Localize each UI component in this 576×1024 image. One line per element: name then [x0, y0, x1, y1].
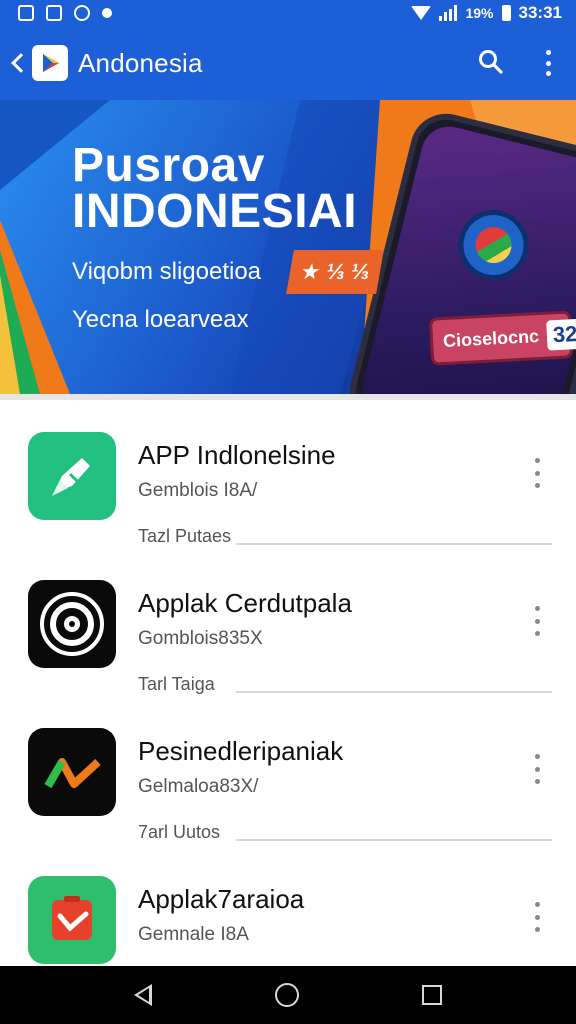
photo-icon	[46, 5, 62, 21]
pen-icon	[28, 432, 116, 520]
status-bar: 19% 33:31	[0, 0, 576, 26]
app-list-item[interactable]: Applak Cerdutpala Gomblois835X Tarl Taig…	[0, 548, 576, 696]
app-list-item[interactable]: Pesinedleripaniak Gelmaloa83X/ 7arl Uuto…	[0, 696, 576, 844]
app-developer: Gemblois I8A/	[138, 480, 258, 501]
app-meta: Tazl Putaes	[138, 526, 232, 546]
nav-recents-icon[interactable]	[422, 985, 443, 1005]
app-meta: 7arl Uutos	[138, 822, 221, 842]
phone-tag-number: 32	[546, 318, 576, 351]
search-icon[interactable]	[478, 49, 504, 75]
app-name: Pesinedleripaniak	[138, 736, 344, 766]
app-developer: Gemnale I8A	[138, 924, 249, 945]
clock: 33:31	[518, 3, 562, 22]
divider	[236, 839, 552, 841]
promo-banner[interactable]: Pusroav INDONESIAI Viqobm sligoetioa ★ ⅓…	[0, 100, 576, 394]
wifi-icon	[411, 6, 432, 20]
app-list-item[interactable]: APP Indlonelsine Gemblois I8A/ Tazl Puta…	[0, 400, 576, 548]
more-vert-icon[interactable]	[533, 754, 541, 784]
navigation-bar	[0, 966, 576, 1024]
vinyl-icon	[28, 580, 116, 668]
more-vert-icon[interactable]	[533, 458, 541, 488]
banner-subtitle-line2: Yecna loearveax	[72, 306, 249, 333]
battery-icon	[501, 5, 511, 21]
dot-icon	[102, 8, 112, 18]
divider	[236, 543, 552, 545]
back-icon[interactable]	[11, 53, 31, 73]
chart-check-icon	[28, 728, 116, 816]
phone-card-icon	[28, 876, 116, 964]
play-store-logo	[32, 45, 68, 81]
app-developer: Gelmaloa83X/	[138, 776, 259, 797]
app-bar: Andonesia	[0, 26, 576, 100]
more-vert-icon[interactable]	[544, 50, 552, 76]
app-developer: Gomblois835X	[138, 628, 263, 649]
more-vert-icon[interactable]	[533, 606, 541, 636]
battery-percentage: 19%	[465, 5, 494, 21]
phone-tag: Cioselocnc 32	[428, 310, 576, 366]
banner-badge: ★ ⅓ ⅓	[286, 250, 384, 294]
notification-icon	[18, 5, 34, 21]
flag-circle-icon	[451, 202, 536, 288]
app-name: APP Indlonelsine	[138, 440, 336, 470]
app-title: Andonesia	[78, 47, 203, 78]
nav-back-icon[interactable]	[133, 984, 152, 1006]
banner-subtitle-line1: Viqobm sligoetioa	[72, 258, 262, 285]
app-list: APP Indlonelsine Gemblois I8A/ Tazl Puta…	[0, 394, 576, 966]
nav-home-icon[interactable]	[274, 983, 299, 1007]
screen: 19% 33:31 Andonesia Pusroav INDONESIAI V…	[0, 0, 576, 1024]
banner-title-line2: INDONESIAI	[72, 185, 358, 238]
app-list-item[interactable]: Applak7araioa Gemnale I8A	[0, 844, 576, 966]
signal-icon	[439, 5, 458, 21]
app-name: Applak Cerdutpala	[138, 588, 352, 618]
play-store-logo-graphic	[43, 54, 59, 72]
globe-icon	[74, 5, 90, 21]
divider	[236, 691, 552, 693]
status-left	[18, 5, 112, 21]
app-name: Applak7araioa	[138, 884, 305, 914]
phone-tag-label: Cioselocnc	[442, 325, 540, 351]
app-meta: Tarl Taiga	[138, 674, 215, 694]
status-right: 19% 33:31	[411, 3, 562, 23]
more-vert-icon[interactable]	[533, 902, 541, 932]
